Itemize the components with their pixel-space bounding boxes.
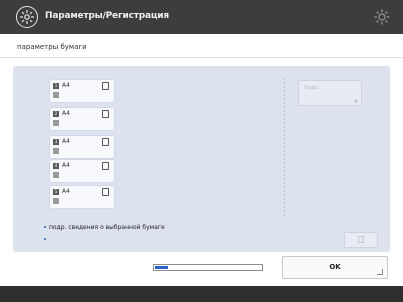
corner-mark-icon [377, 269, 383, 275]
tray-size-label: A4 [62, 188, 70, 195]
ok-button-label: OK [329, 263, 341, 271]
progress-bar [153, 264, 263, 271]
tray-3-button[interactable]: 3 A4 [50, 136, 114, 158]
tray-paper-icon [102, 82, 109, 90]
tray-size-label: A4 [62, 82, 70, 89]
details-button-label: Подр... [304, 85, 323, 91]
tray-paper-icon [102, 138, 109, 146]
tray-paper-icon [102, 188, 109, 196]
tray-size-label: A4 [62, 138, 70, 145]
selected-paper-info-text: подр. сведения о выбранной бумаге [44, 224, 165, 231]
paper-action-button[interactable] [344, 232, 378, 248]
paper-type-icon [53, 198, 59, 204]
paper-type-icon [53, 148, 59, 154]
paper-icon [358, 236, 364, 243]
tray-number: 1 [53, 83, 59, 89]
tray-2-button[interactable]: 2 A4 [50, 108, 114, 130]
tray-number: 4 [53, 163, 59, 169]
tray-4-button[interactable]: 4 A4 [50, 160, 114, 182]
tray-5-button[interactable]: 5 A4 [50, 186, 114, 208]
tray-size-label: A4 [62, 162, 70, 169]
paper-type-icon [53, 92, 59, 98]
paper-type-icon [53, 172, 59, 178]
paper-type-icon [53, 120, 59, 126]
window-title: Параметры/Регистрация [45, 11, 169, 21]
tray-paper-icon [102, 162, 109, 170]
tray-number: 3 [53, 139, 59, 145]
paper-settings-panel: 1 A4 2 A4 3 A4 4 A4 5 A4 Подр... подр. с… [13, 66, 390, 252]
settings-app-icon [16, 6, 38, 28]
tray-paper-icon [102, 110, 109, 118]
page-subtitle: параметры бумаги [17, 43, 87, 51]
status-bar [0, 286, 403, 302]
tray-number: 5 [53, 189, 59, 195]
panel-separator [284, 78, 285, 216]
chevron-right-icon [355, 99, 358, 103]
header-divider [0, 57, 403, 58]
title-bar: Параметры/Регистрация [0, 0, 403, 34]
ok-button[interactable]: OK [282, 256, 388, 279]
progress-bar-fill [155, 266, 168, 269]
tray-number: 2 [53, 111, 59, 117]
tray-size-label: A4 [62, 110, 70, 117]
gear-icon[interactable] [373, 8, 391, 26]
bullet-marker [44, 238, 46, 240]
details-button[interactable]: Подр... [298, 80, 362, 106]
tray-1-button[interactable]: 1 A4 [50, 80, 114, 102]
